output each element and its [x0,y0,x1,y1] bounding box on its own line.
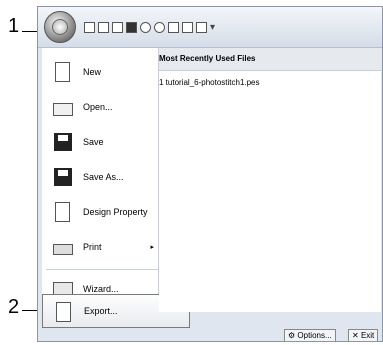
menu-item-design-property[interactable]: Design Property [42,196,158,228]
close-icon: ✕ [352,331,359,340]
menu-item-save[interactable]: Save [42,126,158,158]
gear-icon: ⚙ [288,331,296,340]
menu-item-label: Export... [84,306,118,316]
submenu-arrow-icon: ▸ [150,244,154,251]
save-icon[interactable] [112,21,123,33]
new-document-icon [52,61,74,83]
menu-item-open[interactable]: Open... [42,91,158,123]
circle-icon[interactable] [154,21,165,33]
menu-separator [46,269,158,270]
recent-files-pane: Most Recently Used Files 1 tutorial_6-ph… [159,48,381,312]
save-as-icon [52,166,74,188]
hoop-icon[interactable] [140,21,151,33]
redo-icon[interactable] [196,21,207,33]
exit-label: Exit [360,331,375,340]
open-folder-icon [52,96,74,118]
save-disk-icon [52,131,74,153]
new-icon[interactable] [84,21,95,33]
callout-1: 1 [8,15,20,37]
printer-icon [52,236,74,258]
application-menu: New Open... Save Save As... Design Prope… [42,48,159,312]
recent-files-title: Most Recently Used Files [159,48,381,71]
undo-icon[interactable] [182,21,193,33]
application-window: ▾ New Open... Save Save As... Design Pro… [37,6,383,342]
design-property-icon [52,201,74,223]
quick-access-toolbar: ▾ [38,7,382,48]
options-label: Options... [297,331,332,340]
customize-icon[interactable]: ▾ [210,22,215,33]
callout-2: 2 [8,296,20,318]
recent-file-item[interactable]: 1 tutorial_6-photostitch1.pes [159,78,260,87]
quick-access-icons: ▾ [84,19,215,35]
open-icon[interactable] [98,21,109,33]
paint-icon[interactable] [126,21,137,33]
exit-button[interactable]: ✕ Exit [348,329,379,341]
menu-item-label: Print [83,242,102,252]
application-logo-icon [52,19,68,35]
menu-item-label: Save As... [83,172,124,182]
menu-item-print[interactable]: Print ▸ [42,231,158,263]
menu-item-label: Design Property [83,207,148,217]
export-icon [53,301,75,323]
application-button[interactable] [44,11,76,43]
menu-item-new[interactable]: New [42,56,158,88]
options-button[interactable]: ⚙ Options... [284,329,336,341]
zoom-icon[interactable] [168,21,179,33]
menu-item-save-as[interactable]: Save As... [42,161,158,193]
menu-item-label: Wizard... [83,284,119,294]
menu-item-label: Save [83,137,104,147]
menu-item-label: Open... [83,102,113,112]
menu-item-label: New [83,67,102,77]
